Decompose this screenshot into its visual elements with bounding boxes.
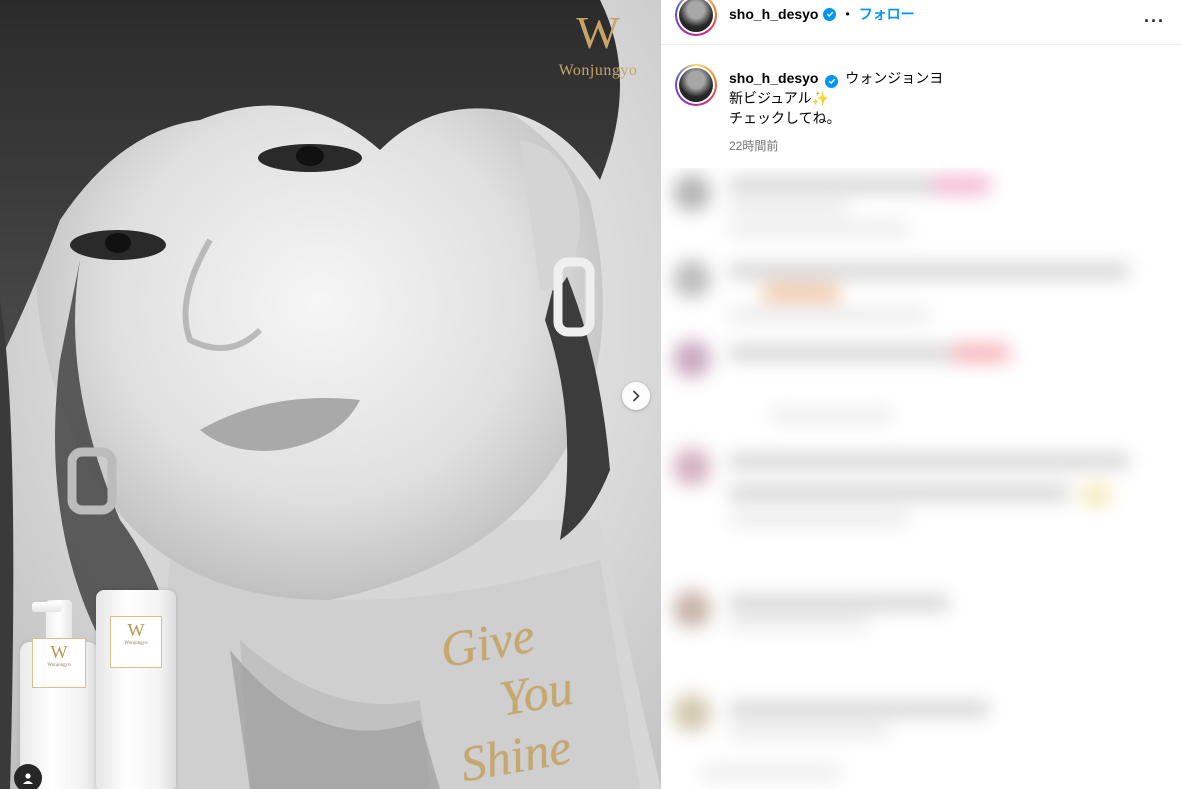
comments-list[interactable] [661,168,1181,789]
product-tube: W Wonjungyo [96,590,176,789]
header-username[interactable]: sho_h_desyo [729,6,818,22]
verified-badge-icon [823,7,837,21]
post-header: sho_h_desyo • フォロー ··· [661,0,1181,44]
post-caption: sho_h_desyo ウォンジョンヨ 新ビジュアル✨ チェックしてね。 22時… [729,68,943,156]
brand-logo: W Wonjungyo [548,8,648,80]
verified-badge-icon [825,74,839,88]
product-label: W Wonjungyo [110,616,162,668]
user-tag-button[interactable] [14,764,42,789]
post-side-panel: sho_h_desyo • フォロー ··· sho_h_desyo ウォンジョ… [661,0,1181,789]
caption-text-line: チェックしてね。 [729,110,841,126]
caption-avatar[interactable] [679,68,713,102]
post-media[interactable]: W Wonjungyo Give You Shine W Wonjungyo W… [0,0,661,789]
user-tag-icon [23,773,33,784]
brand-name: Wonjungyo [558,62,638,79]
more-options-icon[interactable]: ··· [1144,12,1165,30]
product-pump-bottle: W Wonjungyo [20,600,98,789]
caption-text-line: 新ビジュアル✨ [729,90,830,106]
caption-story-ring[interactable] [675,64,717,106]
caption-text-line: ウォンジョンヨ [845,70,944,86]
blurred-comments [661,168,1181,789]
separator-dot: • [845,7,850,21]
header-divider [661,44,1181,45]
product-label: W Wonjungyo [32,638,86,688]
next-media-button[interactable] [622,382,650,410]
brand-logo-letter: W [576,7,620,58]
post-timestamp[interactable]: 22時間前 [729,136,943,156]
chevron-right-icon [633,390,640,402]
caption-username[interactable]: sho_h_desyo [729,70,818,86]
follow-button[interactable]: フォロー [859,4,915,24]
story-ring[interactable] [675,0,717,36]
